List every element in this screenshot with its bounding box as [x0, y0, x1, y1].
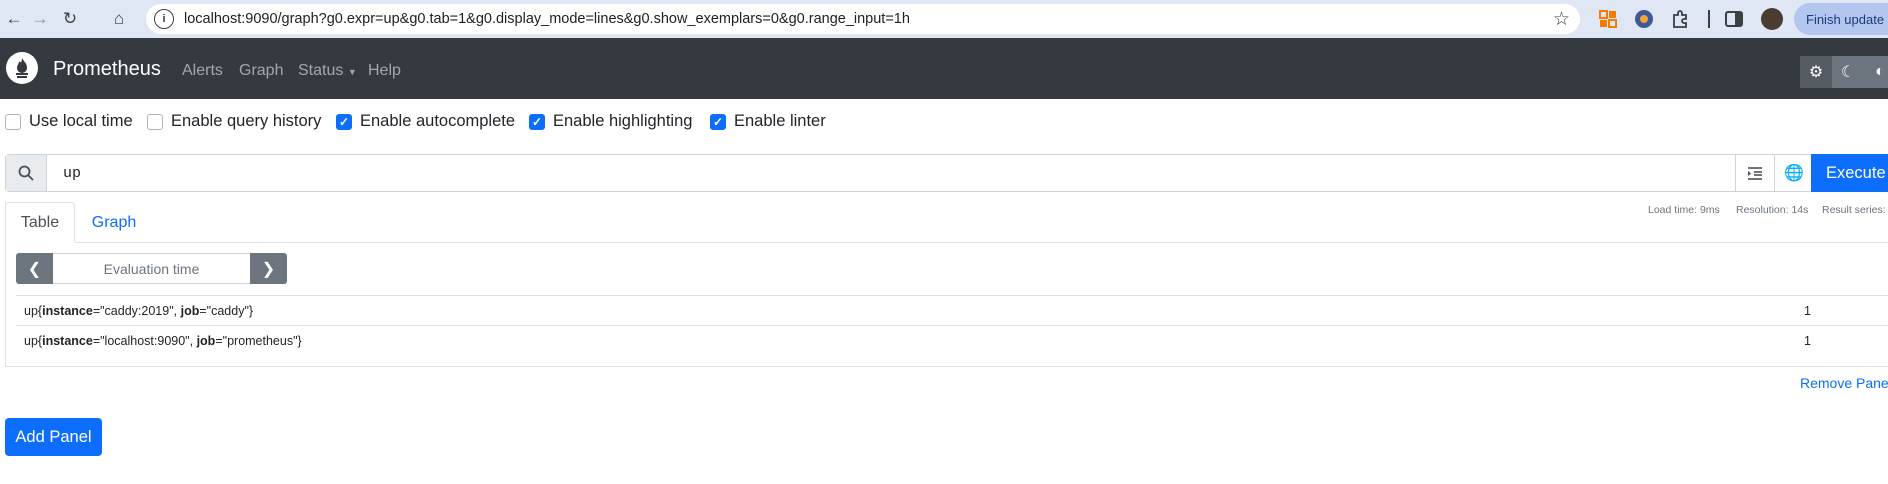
- chevron-down-icon: ▼: [347, 67, 357, 77]
- series-label: up{instance="localhost:9090", job="prome…: [24, 333, 302, 348]
- checkbox-icon[interactable]: [5, 113, 21, 130]
- back-icon[interactable]: ←: [0, 5, 28, 33]
- option-label: Use local time: [29, 112, 133, 130]
- browser-toolbar: ← → ↻ ⌂ i localhost:9090/graph?g0.expr=u…: [0, 0, 1888, 38]
- prometheus-navbar: Prometheus Alerts Graph Status ▼ Help: [0, 38, 1888, 99]
- tab-graph[interactable]: Graph: [82, 202, 146, 243]
- nav-status-label: Status: [298, 62, 344, 79]
- theme-toggle-group: ⚙ ☾ ◐: [1800, 56, 1888, 89]
- option-enable-autocomplete[interactable]: ✓ Enable autocomplete: [336, 112, 515, 131]
- nav-help[interactable]: Help: [368, 62, 401, 80]
- light-theme-gear-icon[interactable]: ⚙: [1800, 56, 1832, 88]
- evaluation-time-input[interactable]: Evaluation time: [53, 253, 250, 284]
- search-icon: [6, 155, 47, 191]
- metrics-explorer-globe-icon[interactable]: 🌐: [1774, 155, 1813, 191]
- chevron-right-icon[interactable]: ❯: [250, 253, 287, 284]
- forward-icon[interactable]: →: [26, 5, 54, 33]
- series-value: 1: [1804, 303, 1811, 318]
- finish-update-button[interactable]: Finish update ⋮: [1794, 3, 1888, 35]
- reload-icon[interactable]: ↻: [56, 5, 84, 33]
- brand-title[interactable]: Prometheus: [53, 58, 161, 81]
- table-row: up{instance="caddy:2019", job="caddy"} 1: [16, 295, 1888, 325]
- expression-bar: up 🌐: [5, 154, 1888, 192]
- checkbox-icon[interactable]: [147, 113, 163, 130]
- nav-status[interactable]: Status ▼: [298, 62, 357, 80]
- extension-circle-icon[interactable]: [1634, 9, 1654, 29]
- nav-graph[interactable]: Graph: [239, 62, 283, 80]
- checkmark-icon[interactable]: ✓: [710, 113, 726, 130]
- profile-avatar[interactable]: [1761, 8, 1783, 30]
- table-row: up{instance="localhost:9090", job="prome…: [16, 325, 1888, 355]
- flame-icon: [16, 58, 28, 78]
- add-panel-button[interactable]: Add Panel: [5, 418, 102, 456]
- option-enable-linter[interactable]: ✓ Enable linter: [710, 112, 826, 131]
- evaluation-time-picker: ❮ Evaluation time ❯: [16, 253, 287, 284]
- url-text: localhost:9090/graph?g0.expr=up&g0.tab=1…: [184, 11, 910, 27]
- option-enable-query-history[interactable]: Enable query history: [147, 112, 321, 131]
- execute-button[interactable]: Execute: [1811, 154, 1888, 192]
- option-label: Enable highlighting: [553, 112, 693, 130]
- prometheus-logo-icon[interactable]: [6, 52, 38, 84]
- extensions-puzzle-icon[interactable]: [1670, 9, 1690, 29]
- tab-table[interactable]: Table: [5, 202, 75, 243]
- toolbar-divider: [1708, 10, 1710, 28]
- option-enable-highlighting[interactable]: ✓ Enable highlighting: [529, 112, 692, 131]
- chevron-left-icon[interactable]: ❮: [16, 253, 53, 284]
- browser-theme-contrast-icon[interactable]: ◐: [1864, 56, 1888, 88]
- site-info-icon[interactable]: i: [154, 9, 174, 29]
- nav-alerts[interactable]: Alerts: [182, 62, 223, 80]
- home-icon[interactable]: ⌂: [105, 5, 133, 33]
- checkmark-icon[interactable]: ✓: [336, 113, 352, 130]
- bookmark-star-icon[interactable]: ☆: [1553, 8, 1570, 31]
- option-label: Enable autocomplete: [360, 112, 516, 130]
- option-label: Enable linter: [734, 112, 826, 130]
- dark-theme-moon-icon[interactable]: ☾: [1832, 56, 1864, 88]
- load-time-stat: Load time: 9ms: [1648, 204, 1720, 216]
- expression-input[interactable]: up: [47, 155, 1735, 191]
- checkmark-icon[interactable]: ✓: [529, 113, 545, 130]
- resolution-stat: Resolution: 14s: [1736, 204, 1809, 216]
- series-value: 1: [1804, 333, 1811, 348]
- tabs-divider: [5, 242, 1888, 243]
- option-label: Enable query history: [171, 112, 322, 130]
- series-label: up{instance="caddy:2019", job="caddy"}: [24, 303, 254, 318]
- format-expression-icon[interactable]: [1735, 155, 1774, 191]
- option-use-local-time[interactable]: Use local time: [5, 112, 133, 131]
- extension-grid-icon[interactable]: [1598, 9, 1618, 29]
- remove-panel-link[interactable]: Remove Panel: [1800, 375, 1888, 391]
- side-panel-icon[interactable]: [1724, 9, 1744, 29]
- finish-update-label: Finish update: [1806, 11, 1885, 27]
- result-series-stat: Result series:: [1822, 204, 1886, 216]
- address-bar[interactable]: i localhost:9090/graph?g0.expr=up&g0.tab…: [146, 4, 1580, 34]
